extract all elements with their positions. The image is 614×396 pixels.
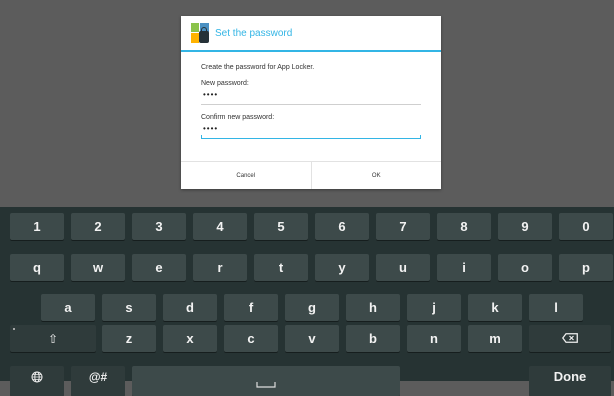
shift-indicator-dot xyxy=(13,328,15,330)
dialog-body: Create the password for App Locker. New … xyxy=(181,52,441,139)
dialog-header: Set the password xyxy=(181,16,441,52)
new-password-field[interactable]: •••• xyxy=(201,90,421,105)
ok-button[interactable]: OK xyxy=(310,162,442,189)
key-t[interactable]: t xyxy=(254,254,308,281)
key-w[interactable]: w xyxy=(71,254,125,281)
key-3[interactable]: 3 xyxy=(132,213,186,240)
key-5[interactable]: 5 xyxy=(254,213,308,240)
key-q[interactable]: q xyxy=(10,254,64,281)
shift-key[interactable]: ⇧ xyxy=(10,325,96,352)
globe-icon xyxy=(31,371,43,386)
key-s[interactable]: s xyxy=(102,294,156,321)
key-g[interactable]: g xyxy=(285,294,339,321)
key-b[interactable]: b xyxy=(346,325,400,352)
key-6[interactable]: 6 xyxy=(315,213,369,240)
key-n[interactable]: n xyxy=(407,325,461,352)
key-o[interactable]: o xyxy=(498,254,552,281)
key-c[interactable]: c xyxy=(224,325,278,352)
key-a[interactable]: a xyxy=(41,294,95,321)
shift-icon: ⇧ xyxy=(47,331,59,346)
space-key[interactable] xyxy=(132,366,400,396)
done-key[interactable]: Done xyxy=(529,366,611,396)
key-0[interactable]: 0 xyxy=(559,213,613,240)
dialog-title: Set the password xyxy=(215,27,293,39)
key-7[interactable]: 7 xyxy=(376,213,430,240)
key-z[interactable]: z xyxy=(102,325,156,352)
key-j[interactable]: j xyxy=(407,294,461,321)
key-p[interactable]: p xyxy=(559,254,613,281)
on-screen-keyboard: 1 2 3 4 5 6 7 8 9 0 q w e r t y u i o p … xyxy=(0,207,614,396)
confirm-password-label: Confirm new password: xyxy=(201,114,275,121)
dialog-message: Create the password for App Locker. xyxy=(201,64,315,71)
key-9[interactable]: 9 xyxy=(498,213,552,240)
key-u[interactable]: u xyxy=(376,254,430,281)
key-l[interactable]: l xyxy=(529,294,583,321)
backspace-icon xyxy=(561,331,578,346)
app-locker-icon xyxy=(191,23,209,43)
space-icon xyxy=(256,376,276,391)
cancel-button[interactable]: Cancel xyxy=(181,162,311,189)
key-4[interactable]: 4 xyxy=(193,213,247,240)
backspace-key[interactable] xyxy=(529,325,611,352)
confirm-password-field[interactable]: •••• xyxy=(201,124,421,139)
key-x[interactable]: x xyxy=(163,325,217,352)
new-password-label: New password: xyxy=(201,80,249,87)
key-i[interactable]: i xyxy=(437,254,491,281)
key-m[interactable]: m xyxy=(468,325,522,352)
key-r[interactable]: r xyxy=(193,254,247,281)
key-f[interactable]: f xyxy=(224,294,278,321)
language-key[interactable] xyxy=(10,366,64,396)
key-y[interactable]: y xyxy=(315,254,369,281)
key-e[interactable]: e xyxy=(132,254,186,281)
key-2[interactable]: 2 xyxy=(71,213,125,240)
key-v[interactable]: v xyxy=(285,325,339,352)
key-k[interactable]: k xyxy=(468,294,522,321)
dialog-buttons: Cancel OK xyxy=(181,161,441,189)
set-password-dialog: Set the password Create the password for… xyxy=(181,16,441,189)
key-1[interactable]: 1 xyxy=(10,213,64,240)
key-h[interactable]: h xyxy=(346,294,400,321)
key-8[interactable]: 8 xyxy=(437,213,491,240)
symbols-key[interactable]: @# xyxy=(71,366,125,396)
key-d[interactable]: d xyxy=(163,294,217,321)
